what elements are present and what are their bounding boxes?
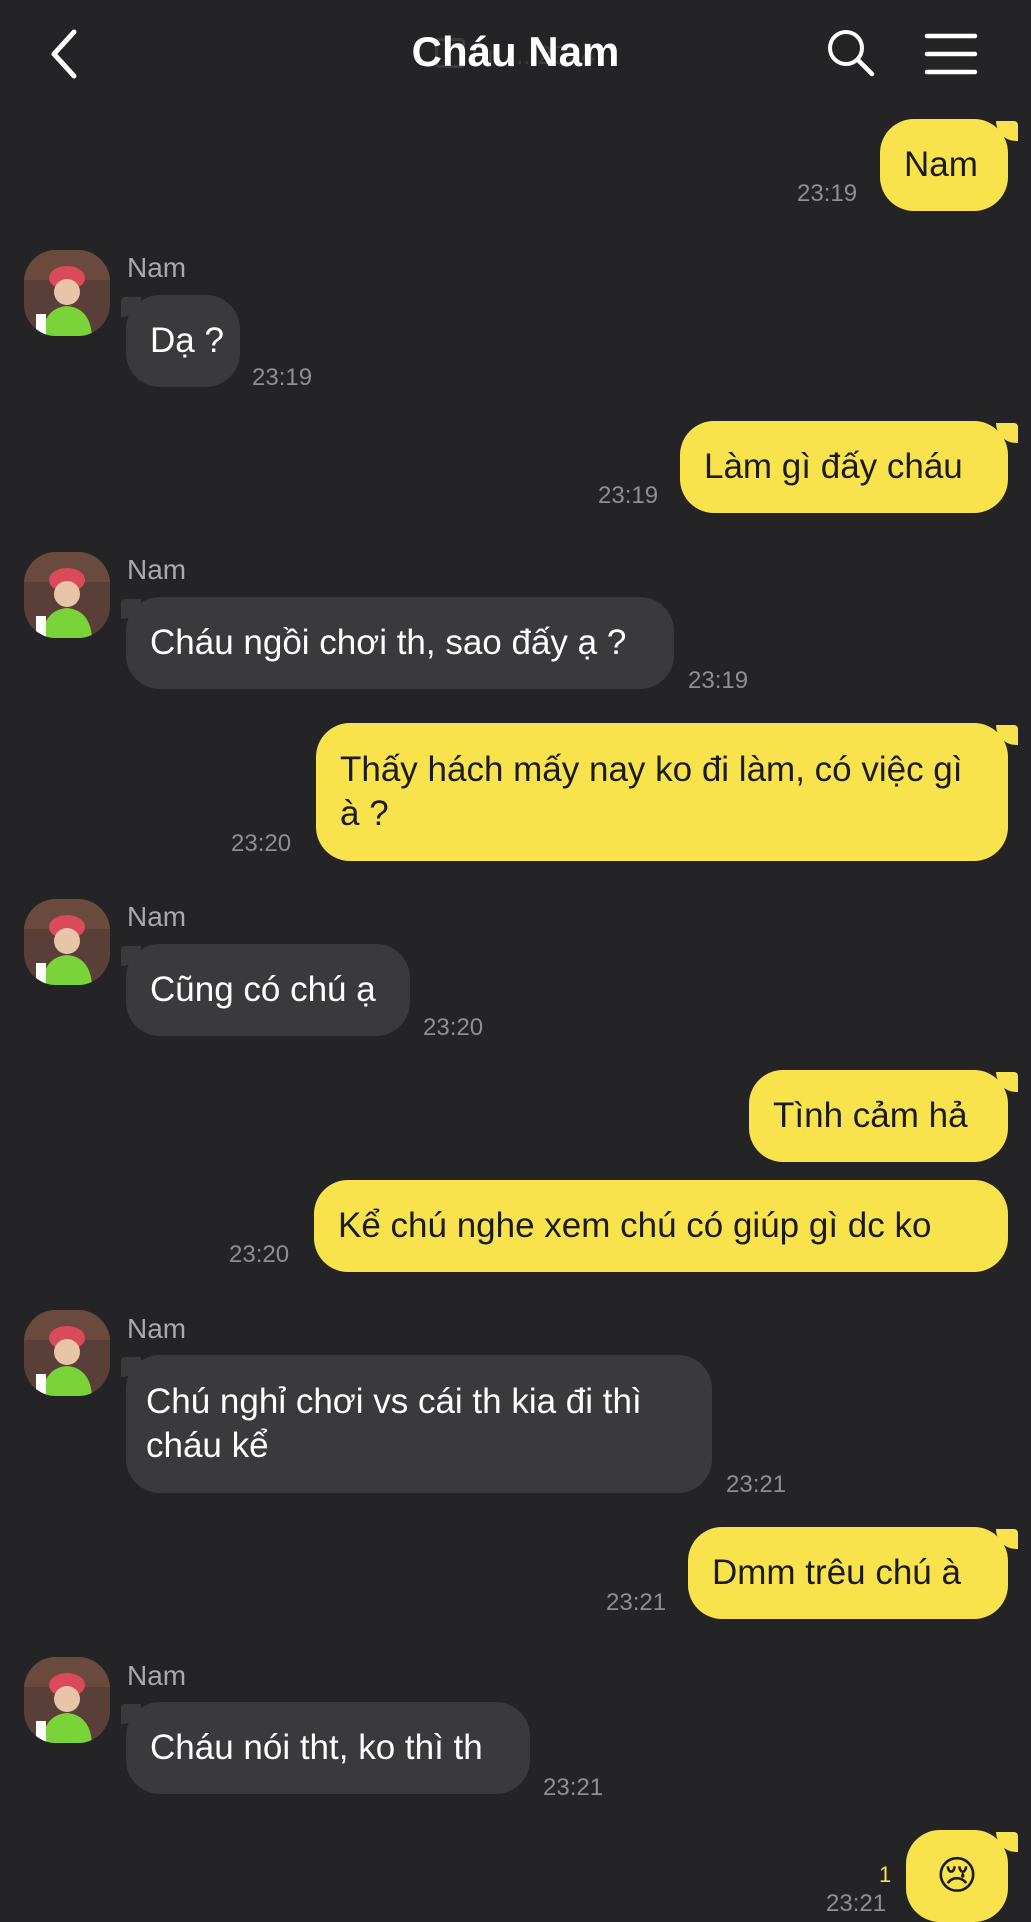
avatar[interactable] <box>24 552 110 638</box>
message-time: 23:21 <box>826 1890 887 1917</box>
message-text: Cháu ngồi chơi th, sao đấy ạ ? <box>150 623 627 662</box>
incoming-bubble[interactable]: Cháu nói tht, ko thì th <box>126 1702 530 1794</box>
search-button[interactable] <box>826 28 876 78</box>
message-text: Dmm trêu chú à <box>712 1553 961 1592</box>
message-text: Tình cảm hả <box>773 1096 968 1135</box>
outgoing-bubble[interactable]: 😢 <box>906 1830 1008 1922</box>
avatar[interactable] <box>24 899 110 985</box>
message-text: Làm gì đấy cháu <box>704 447 963 486</box>
menu-button[interactable] <box>924 32 978 76</box>
avatar[interactable] <box>24 250 110 336</box>
message-time: 23:21 <box>543 1774 604 1801</box>
message-time: 23:19 <box>252 364 313 391</box>
avatar-image <box>24 899 110 985</box>
sender-name: Nam <box>127 554 187 585</box>
avatar-image <box>24 250 110 336</box>
message-time: 23:19 <box>797 180 858 207</box>
outgoing-bubble[interactable]: Thấy hách mấy nay ko đi làm, có việc gì … <box>316 723 1008 861</box>
message-time: 23:21 <box>606 1589 667 1616</box>
message-time: 23:20 <box>229 1241 290 1268</box>
sender-name: Nam <box>127 1660 187 1691</box>
outgoing-bubble[interactable]: Nam <box>880 119 1008 211</box>
message-time: 23:19 <box>688 667 749 694</box>
message-text: Thấy hách mấy nay ko đi làm, có việc gì … <box>340 750 963 833</box>
search-icon <box>828 30 875 77</box>
outgoing-bubble[interactable]: Làm gì đấy cháu <box>680 421 1008 513</box>
chat-title: Cháu Nam <box>411 28 620 75</box>
message-text: Nam <box>904 145 978 184</box>
message-text: Cháu nói tht, ko thì th <box>150 1728 483 1767</box>
incoming-bubble[interactable]: Chú nghỉ chơi vs cái th kia đi thì cháu … <box>126 1355 712 1493</box>
sender-name: Nam <box>127 1313 187 1344</box>
hamburger-menu-icon <box>924 33 978 75</box>
incoming-bubble[interactable]: Cháu ngồi chơi th, sao đấy ạ ? <box>126 597 674 689</box>
outgoing-bubble[interactable]: Kể chú nghe xem chú có giúp gì dc ko <box>314 1180 1008 1272</box>
incoming-bubble[interactable]: Cũng có chú ạ <box>126 944 410 1036</box>
outgoing-bubble[interactable]: Dmm trêu chú à <box>688 1527 1008 1619</box>
message-time: 23:20 <box>423 1014 484 1041</box>
avatar-image <box>24 1657 110 1743</box>
crying-face-icon: 😢 <box>936 1854 978 1898</box>
avatar[interactable] <box>24 1310 110 1396</box>
avatar-image <box>24 1310 110 1396</box>
message-text: Kể chú nghe xem chú có giúp gì dc ko <box>338 1206 932 1245</box>
message-text: Dạ ? <box>150 321 224 360</box>
message-time: 23:19 <box>598 482 659 509</box>
chat-header: Fri ... 2024 Cháu Nam <box>0 0 1031 112</box>
sender-name: Nam <box>127 252 187 283</box>
message-time: 23:21 <box>726 1471 787 1498</box>
message-text: Cũng có chú ạ <box>150 970 376 1009</box>
message-time: 23:20 <box>231 830 292 857</box>
avatar[interactable] <box>24 1657 110 1743</box>
avatar-image <box>24 552 110 638</box>
unread-count: 1 <box>879 1862 892 1887</box>
incoming-bubble[interactable]: Dạ ? <box>126 295 240 387</box>
sender-name: Nam <box>127 901 187 932</box>
message-text: Chú nghỉ chơi vs cái th kia đi thì cháu … <box>146 1382 642 1465</box>
outgoing-bubble[interactable]: Tình cảm hả <box>749 1070 1008 1162</box>
